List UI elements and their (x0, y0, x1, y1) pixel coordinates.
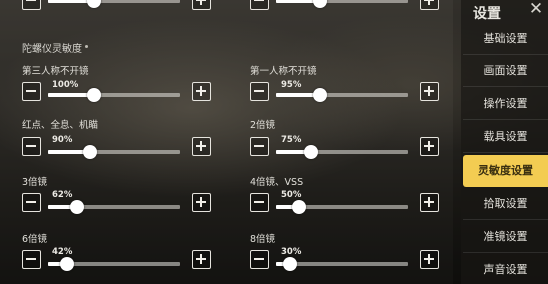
slider-thumb[interactable] (83, 145, 97, 159)
sidebar-item-pickup[interactable]: 拾取设置 (463, 188, 548, 220)
section-title-gyroscope: 陀螺仪灵敏度 (22, 44, 82, 55)
setting-label: 8倍镜 (250, 234, 276, 245)
setting-label: 3倍镜 (22, 177, 48, 188)
increase-button[interactable] (192, 250, 211, 269)
percent-value: 62% (52, 190, 73, 200)
setting-label: 第一人称不开镜 (250, 66, 317, 77)
slider-thumb[interactable] (304, 145, 318, 159)
sensitivity-slider[interactable] (276, 257, 408, 271)
slider-thumb[interactable] (292, 200, 306, 214)
slider-thumb[interactable] (70, 200, 84, 214)
slider-thumb[interactable] (313, 88, 327, 102)
decrease-button[interactable] (22, 250, 41, 269)
decrease-button[interactable] (22, 82, 41, 101)
top-left-increase-button[interactable] (192, 0, 211, 10)
decrease-button[interactable] (22, 193, 41, 212)
decrease-button[interactable] (22, 137, 41, 156)
decrease-button[interactable] (250, 82, 269, 101)
setting-label: 红点、全息、机瞄 (22, 120, 99, 131)
decrease-button[interactable] (250, 250, 269, 269)
top-right-decrease-button[interactable] (250, 0, 269, 10)
top-left-slider[interactable] (48, 0, 180, 8)
increase-button[interactable] (192, 137, 211, 156)
increase-button[interactable] (192, 193, 211, 212)
top-right-increase-button[interactable] (420, 0, 439, 10)
sidebar-item-graphics[interactable]: 画面设置 (463, 55, 548, 87)
sensitivity-slider[interactable] (276, 88, 408, 102)
sidebar-item-vehicle[interactable]: 载具设置 (463, 121, 548, 153)
setting-label: 2倍镜 (250, 120, 276, 131)
slider-thumb[interactable] (87, 88, 101, 102)
increase-button[interactable] (420, 250, 439, 269)
decrease-button[interactable] (250, 193, 269, 212)
sensitivity-slider[interactable] (48, 200, 180, 214)
increase-button[interactable] (192, 82, 211, 101)
sensitivity-slider[interactable] (276, 145, 408, 159)
decrease-button[interactable] (250, 137, 269, 156)
increase-button[interactable] (420, 82, 439, 101)
top-right-slider[interactable] (276, 0, 408, 8)
increase-button[interactable] (420, 193, 439, 212)
sidebar-item-basic[interactable]: 基础设置 (463, 23, 548, 55)
sidebar-divider (453, 0, 461, 284)
setting-label: 6倍镜 (22, 234, 48, 245)
percent-value: 30% (281, 247, 302, 257)
sidebar-item-sound[interactable]: 声音设置 (463, 254, 548, 284)
sidebar-item-scope[interactable]: 准镜设置 (463, 221, 548, 253)
sensitivity-slider[interactable] (48, 145, 180, 159)
sidebar-title: 设置 (473, 6, 501, 22)
sensitivity-slider[interactable] (48, 88, 180, 102)
slider-thumb[interactable] (283, 257, 297, 271)
top-left-decrease-button[interactable] (22, 0, 41, 10)
section-dot (85, 45, 88, 48)
setting-label: 第三人称不开镜 (22, 66, 89, 77)
percent-value: 50% (281, 190, 302, 200)
close-icon[interactable]: ✕ (527, 0, 545, 18)
percent-value: 95% (281, 80, 302, 90)
sidebar-item-sensitivity[interactable]: 灵敏度设置 (463, 155, 548, 187)
increase-button[interactable] (420, 137, 439, 156)
percent-value: 75% (281, 135, 302, 145)
sensitivity-slider[interactable] (276, 200, 408, 214)
percent-value: 42% (52, 247, 73, 257)
sidebar-item-controls[interactable]: 操作设置 (463, 88, 548, 120)
setting-label: 4倍镜、VSS (250, 177, 304, 188)
slider-thumb[interactable] (60, 257, 74, 271)
sensitivity-slider[interactable] (48, 257, 180, 271)
percent-value: 90% (52, 135, 73, 145)
percent-value: 100% (52, 80, 79, 90)
